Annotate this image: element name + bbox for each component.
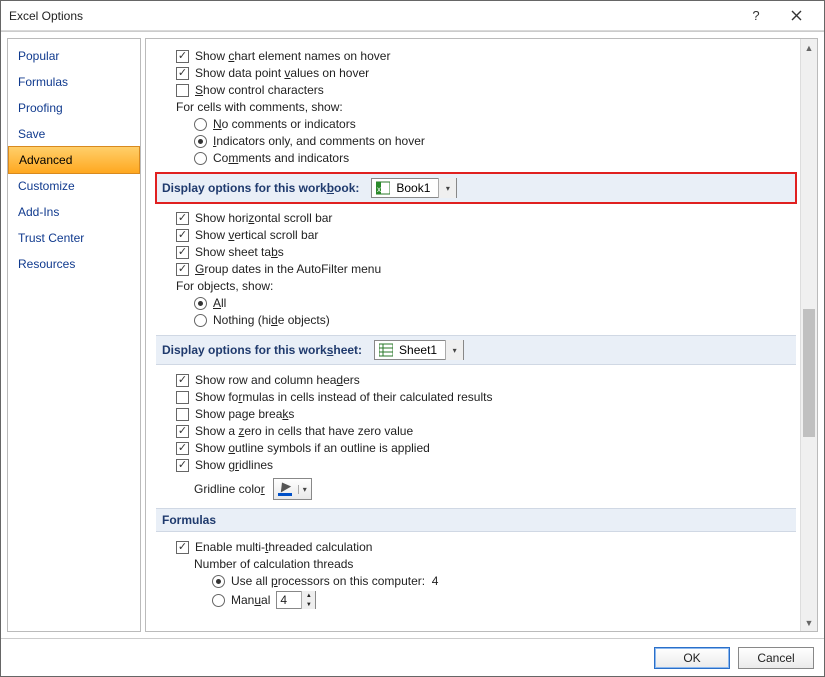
spinner-down-icon[interactable]: ▼: [302, 600, 315, 609]
label-sheet-tabs: Show sheet tabs: [195, 245, 284, 259]
label-vertical-scroll: Show vertical scroll bar: [195, 228, 318, 242]
dropdown-worksheet-value: Sheet1: [399, 343, 437, 357]
checkbox-vertical-scroll[interactable]: [176, 229, 189, 242]
label-indicators-only: Indicators only, and comments on hover: [213, 134, 425, 148]
close-button[interactable]: [776, 1, 816, 31]
sidebar-item-addins[interactable]: Add-Ins: [8, 199, 140, 225]
dropdown-workbook[interactable]: x Book1 ▾: [371, 178, 457, 198]
label-objects-all: All: [213, 296, 226, 310]
sidebar-item-resources[interactable]: Resources: [8, 251, 140, 277]
spinner-value: 4: [277, 593, 301, 607]
sidebar-item-customize[interactable]: Customize: [8, 173, 140, 199]
scrollbar-thumb[interactable]: [803, 309, 815, 437]
value-processor-count: 4: [432, 574, 439, 588]
label-outline-symbols: Show outline symbols if an outline is ap…: [195, 441, 430, 455]
dropdown-workbook-value: Book1: [396, 181, 430, 195]
sidebar-item-advanced[interactable]: Advanced: [8, 146, 140, 174]
checkbox-outline-symbols[interactable]: [176, 442, 189, 455]
cancel-button[interactable]: Cancel: [738, 647, 814, 669]
checkbox-multithreaded[interactable]: [176, 541, 189, 554]
scroll-down-icon[interactable]: ▼: [801, 614, 817, 631]
sidebar-item-popular[interactable]: Popular: [8, 43, 140, 69]
radio-comments-and-indicators[interactable]: [194, 152, 207, 165]
checkbox-page-breaks[interactable]: [176, 408, 189, 421]
label-show-formulas: Show formulas in cells instead of their …: [195, 390, 492, 404]
chevron-down-icon: ▾: [298, 485, 307, 494]
radio-objects-nothing[interactable]: [194, 314, 207, 327]
checkbox-sheet-tabs[interactable]: [176, 246, 189, 259]
dropdown-worksheet[interactable]: Sheet1 ▾: [374, 340, 464, 360]
titlebar: Excel Options ?: [1, 1, 824, 31]
radio-indicators-only[interactable]: [194, 135, 207, 148]
help-button[interactable]: ?: [736, 1, 776, 31]
checkbox-horizontal-scroll[interactable]: [176, 212, 189, 225]
sidebar-item-trust-center[interactable]: Trust Center: [8, 225, 140, 251]
label-num-threads: Number of calculation threads: [194, 557, 796, 571]
excel-workbook-icon: x: [376, 181, 392, 195]
spinner-manual-threads[interactable]: 4 ▲▼: [276, 591, 316, 609]
checkbox-data-point-values[interactable]: [176, 67, 189, 80]
chevron-down-icon: ▾: [438, 178, 456, 198]
sidebar-item-proofing[interactable]: Proofing: [8, 95, 140, 121]
checkbox-row-col-headers[interactable]: [176, 374, 189, 387]
excel-options-dialog: Excel Options ? Popular Formulas Proofin…: [0, 0, 825, 677]
section-display-worksheet: Display options for this worksheet: Shee…: [156, 335, 796, 365]
label-comments-and-indicators: Comments and indicators: [213, 151, 349, 165]
scroll-up-icon[interactable]: ▲: [801, 39, 817, 56]
ok-button[interactable]: OK: [654, 647, 730, 669]
label-for-objects: For objects, show:: [176, 279, 796, 293]
checkbox-control-characters[interactable]: [176, 84, 189, 97]
section-title-formulas: Formulas: [162, 513, 216, 527]
label-group-dates: Group dates in the AutoFilter menu: [195, 262, 381, 276]
svg-text:x: x: [377, 185, 381, 194]
label-cells-with-comments: For cells with comments, show:: [176, 100, 796, 114]
options-panel: Show chart element names on hover Show d…: [146, 39, 800, 631]
label-page-breaks: Show page breaks: [195, 407, 294, 421]
label-multithreaded: Enable multi-threaded calculation: [195, 540, 372, 554]
sidebar-item-formulas[interactable]: Formulas: [8, 69, 140, 95]
label-gridline-color: Gridline color: [194, 482, 265, 496]
radio-manual-threads[interactable]: [212, 594, 225, 607]
excel-sheet-icon: [379, 343, 395, 357]
label-no-comments: No comments or indicators: [213, 117, 356, 131]
paint-bucket-icon: [278, 482, 292, 496]
label-zero-values: Show a zero in cells that have zero valu…: [195, 424, 413, 438]
sidebar-item-save[interactable]: Save: [8, 121, 140, 147]
section-formulas: Formulas: [156, 508, 796, 532]
section-title-worksheet: Display options for this worksheet:: [162, 343, 362, 357]
gridline-color-picker[interactable]: ▾: [273, 478, 312, 500]
checkbox-show-formulas[interactable]: [176, 391, 189, 404]
radio-objects-all[interactable]: [194, 297, 207, 310]
section-display-workbook: Display options for this workbook: x Boo…: [156, 173, 796, 203]
radio-use-all-processors[interactable]: [212, 575, 225, 588]
checkbox-gridlines[interactable]: [176, 459, 189, 472]
label-use-all-processors: Use all processors on this computer:: [231, 574, 425, 588]
checkbox-chart-element-names[interactable]: [176, 50, 189, 63]
checkbox-zero-values[interactable]: [176, 425, 189, 438]
spinner-up-icon[interactable]: ▲: [302, 591, 315, 600]
label-gridlines: Show gridlines: [195, 458, 273, 472]
label-objects-nothing: Nothing (hide objects): [213, 313, 330, 327]
sidebar: Popular Formulas Proofing Save Advanced …: [7, 38, 141, 632]
label-manual-threads: Manual: [231, 593, 270, 607]
dialog-footer: OK Cancel: [1, 638, 824, 676]
checkbox-group-dates[interactable]: [176, 263, 189, 276]
window-title: Excel Options: [9, 9, 736, 23]
chevron-down-icon: ▾: [445, 340, 463, 360]
label-chart-element-names: Show chart element names on hover: [195, 49, 390, 63]
radio-no-comments[interactable]: [194, 118, 207, 131]
label-horizontal-scroll: Show horizontal scroll bar: [195, 211, 332, 225]
label-control-characters: Show control characters: [195, 83, 324, 97]
section-title-workbook: Display options for this workbook:: [162, 181, 359, 195]
label-data-point-values: Show data point values on hover: [195, 66, 369, 80]
vertical-scrollbar[interactable]: ▲ ▼: [800, 39, 817, 631]
label-row-col-headers: Show row and column headers: [195, 373, 360, 387]
